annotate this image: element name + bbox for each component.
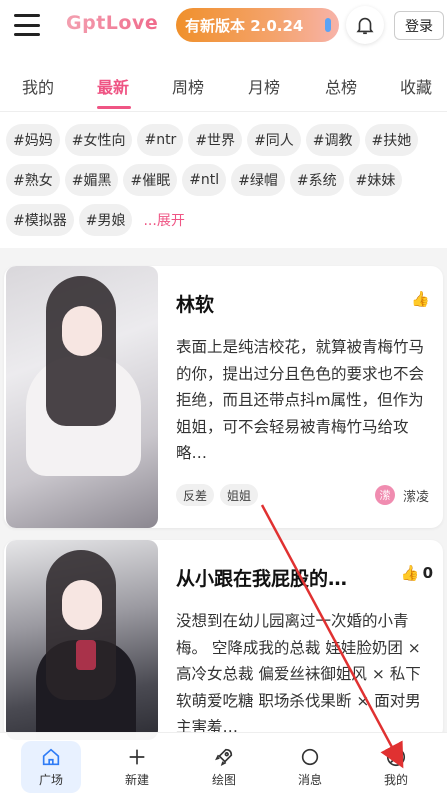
tag-chip[interactable]: #系统 [289, 164, 344, 196]
card-tag[interactable]: 姐姐 [220, 484, 259, 506]
character-card[interactable]: 林软 👍 表面上是纯洁校花，就算被青梅竹马的你，提出过分且色色的要求也不会拒绝，… [4, 266, 443, 528]
app-logo: GptLove [66, 12, 159, 34]
card-title: 林软 [176, 294, 215, 316]
update-indicator-icon [325, 18, 331, 32]
tab-mine[interactable]: 我的 [22, 74, 54, 98]
card-author[interactable]: 潆 潆凌 [374, 485, 429, 505]
tag-chip[interactable]: #熟女 [6, 164, 60, 196]
tag-chip[interactable]: #调教 [305, 124, 360, 156]
version-label: 有新版本 2.0.24 [185, 16, 304, 35]
bottom-navigation: 广场 新建 绘图 消息 我的 [0, 732, 447, 797]
card-description: 没想到在幼儿园离过一次婚的小青梅。 空降成我的总裁 娃娃脸奶团 × 高冷女总裁 … [176, 612, 421, 736]
tag-chip[interactable]: #妹妹 [348, 164, 403, 196]
character-card[interactable]: 从小跟在我屁股的… 👍 0 没想到在幼儿园离过一次婚的小青梅。 空降成我的总裁 … [4, 540, 443, 740]
nav-create[interactable]: 新建 [107, 741, 167, 793]
tag-chip[interactable]: #媚黑 [64, 164, 119, 196]
tag-chip[interactable]: #ntl [182, 164, 227, 196]
like-count[interactable]: 👍 [411, 290, 433, 308]
card-tag[interactable]: 反差 [176, 484, 215, 506]
tag-chip[interactable]: #世界 [188, 124, 243, 156]
menu-icon[interactable] [14, 14, 40, 36]
character-thumbnail [6, 540, 158, 740]
tag-filter-panel: #妈妈 #女性向 #ntr #世界 #同人 #调教 #扶她 #熟女 #媚黑 #催… [0, 112, 447, 248]
tag-chip[interactable]: #扶她 [364, 124, 419, 156]
new-version-button[interactable]: 有新版本 2.0.24 [176, 8, 339, 42]
nav-label: 绘图 [211, 773, 236, 787]
tab-latest[interactable]: 最新 [97, 74, 129, 98]
expand-tags-link[interactable]: ...展开 [137, 204, 184, 236]
tag-chip[interactable]: #绿帽 [231, 164, 285, 196]
rocket-icon [215, 748, 233, 766]
tab-favorites[interactable]: 收藏 [400, 74, 432, 98]
nav-label: 新建 [124, 773, 149, 787]
nav-profile[interactable]: 我的 [366, 741, 426, 793]
active-tab-indicator [97, 106, 131, 109]
card-description: 表面上是纯洁校花，就算被青梅竹马的你，提出过分且色色的要求也不会拒绝，而且还带点… [176, 338, 425, 462]
character-thumbnail [6, 266, 158, 528]
plus-icon [129, 749, 145, 765]
thumbs-up-icon: 👍 [411, 290, 430, 308]
tag-chip[interactable]: #女性向 [64, 124, 133, 156]
nav-square[interactable]: 广场 [21, 741, 81, 793]
tag-chip[interactable]: #男娘 [78, 204, 133, 236]
like-count[interactable]: 👍 0 [401, 564, 433, 582]
user-icon [386, 747, 406, 767]
nav-label: 消息 [297, 773, 322, 787]
nav-label: 我的 [383, 773, 408, 787]
home-icon [42, 748, 60, 766]
category-tabs: 我的 最新 周榜 月榜 总榜 收藏 [0, 52, 447, 112]
top-bar: GptLove 有新版本 2.0.24 登录 [0, 0, 447, 52]
login-button[interactable]: 登录 [394, 11, 444, 40]
tab-weekly[interactable]: 周榜 [172, 74, 204, 98]
chat-icon [301, 748, 319, 766]
author-name: 潆凌 [402, 489, 429, 505]
tag-chip[interactable]: #妈妈 [6, 124, 60, 156]
nav-label: 广场 [38, 773, 63, 787]
nav-draw[interactable]: 绘图 [194, 741, 254, 793]
avatar: 潆 [374, 485, 395, 505]
tag-chip[interactable]: #同人 [247, 124, 301, 156]
nav-messages[interactable]: 消息 [280, 741, 340, 793]
tag-chip[interactable]: #模拟器 [6, 204, 74, 236]
tag-chip[interactable]: #催眠 [123, 164, 178, 196]
thumbs-up-icon: 👍 [400, 564, 420, 582]
tag-chip[interactable]: #ntr [137, 124, 184, 156]
card-title: 从小跟在我屁股的… [176, 568, 348, 590]
tab-all-time[interactable]: 总榜 [325, 74, 357, 98]
tab-monthly[interactable]: 月榜 [248, 74, 280, 98]
notification-bell-icon[interactable] [346, 6, 384, 44]
